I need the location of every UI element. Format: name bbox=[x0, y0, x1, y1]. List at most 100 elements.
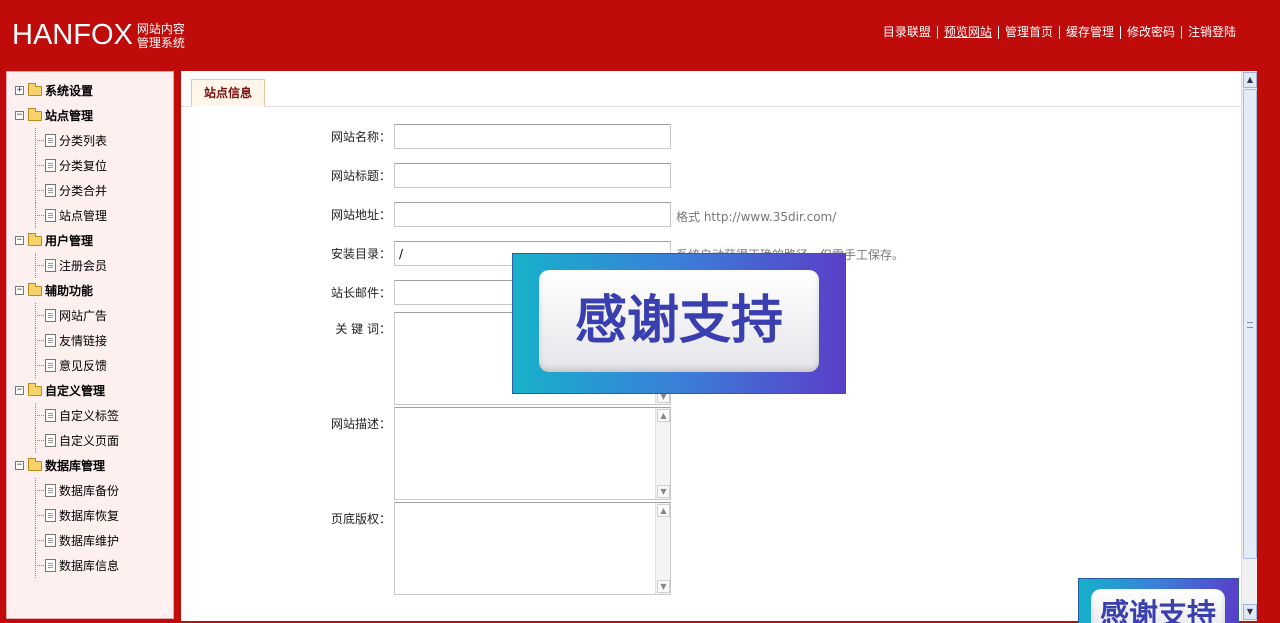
site-url-input[interactable] bbox=[394, 202, 671, 227]
sidebar-item-label: 数据库信息 bbox=[59, 559, 120, 573]
folder-open-icon bbox=[28, 107, 42, 121]
nav-logout[interactable]: 注销登陆 bbox=[1180, 26, 1242, 39]
tab-bar: 站点信息 bbox=[181, 71, 1257, 107]
nav-admin-home[interactable]: 管理首页 bbox=[997, 26, 1059, 39]
document-icon bbox=[45, 534, 56, 547]
sidebar-item-label: 分类合并 bbox=[59, 184, 108, 198]
sidebar-item-site-ads[interactable]: 网站广告 bbox=[7, 303, 173, 328]
tree-group-label: 站点管理 bbox=[45, 109, 94, 123]
scroll-down-icon[interactable]: ▼ bbox=[1243, 604, 1257, 620]
sidebar-item-category-merge[interactable]: 分类合并 bbox=[7, 178, 173, 203]
collapse-icon[interactable]: − bbox=[15, 111, 24, 120]
scroll-up-icon[interactable]: ▲ bbox=[657, 504, 670, 517]
sidebar-item-label: 分类列表 bbox=[59, 134, 108, 148]
nav-preview-site[interactable]: 预览网站 bbox=[936, 26, 998, 39]
thanks-banner: 感谢支持 bbox=[512, 253, 846, 394]
sidebar-item-category-list[interactable]: 分类列表 bbox=[7, 128, 173, 153]
site-name-label: 网站名称： bbox=[331, 130, 392, 144]
nav-change-password[interactable]: 修改密码 bbox=[1119, 26, 1181, 39]
sidebar-item-friend-links[interactable]: 友情链接 bbox=[7, 328, 173, 353]
tree-group-label: 用户管理 bbox=[45, 234, 94, 248]
collapse-icon[interactable]: − bbox=[15, 236, 24, 245]
install-dir-label: 安装目录： bbox=[331, 247, 392, 261]
sidebar-item-feedback[interactable]: 意见反馈 bbox=[7, 353, 173, 378]
sidebar-item-db-maintain[interactable]: 数据库维护 bbox=[7, 528, 173, 553]
sidebar-item-label: 友情链接 bbox=[59, 334, 108, 348]
tree-group-label: 自定义管理 bbox=[45, 384, 106, 398]
description-textarea[interactable] bbox=[394, 407, 671, 500]
tree-group-site-manage[interactable]: − 站点管理 bbox=[7, 103, 173, 128]
copyright-textarea[interactable] bbox=[394, 502, 671, 595]
sidebar-item-label: 注册会员 bbox=[59, 259, 108, 273]
site-name-input[interactable] bbox=[394, 124, 671, 149]
logo-subtitle: 网站内容 管理系统 bbox=[137, 22, 189, 50]
sidebar-item-custom-tags[interactable]: 自定义标签 bbox=[7, 403, 173, 428]
document-icon bbox=[45, 184, 56, 197]
sidebar-item-label: 站点管理 bbox=[59, 209, 108, 223]
tree-group-database-manage[interactable]: − 数据库管理 bbox=[7, 453, 173, 478]
document-icon bbox=[45, 559, 56, 572]
tree-group-label: 辅助功能 bbox=[45, 284, 94, 298]
logo: HANFOX 网站内容 管理系统 bbox=[12, 20, 189, 50]
sidebar-item-label: 自定义页面 bbox=[59, 434, 120, 448]
sidebar-item-label: 网站广告 bbox=[59, 309, 108, 323]
document-icon bbox=[45, 259, 56, 272]
nav-directory-union[interactable]: 目录联盟 bbox=[877, 26, 937, 39]
site-title-input[interactable] bbox=[394, 163, 671, 188]
sidebar-item-label: 数据库恢复 bbox=[59, 509, 120, 523]
document-icon bbox=[45, 134, 56, 147]
tree-group-system-settings[interactable]: + 系统设置 bbox=[7, 78, 173, 103]
thanks-banner-small-text: 感谢支持 bbox=[1091, 589, 1225, 623]
sidebar-tree: + 系统设置 − 站点管理 分类列表 分类复位 分类合并 站点管理 − 用户管理… bbox=[6, 71, 174, 619]
collapse-icon[interactable]: − bbox=[15, 386, 24, 395]
document-icon bbox=[45, 309, 56, 322]
tree-group-user-manage[interactable]: − 用户管理 bbox=[7, 228, 173, 253]
sidebar-item-label: 分类复位 bbox=[59, 159, 108, 173]
sidebar-item-db-info[interactable]: 数据库信息 bbox=[7, 553, 173, 578]
nav-cache-manage[interactable]: 缓存管理 bbox=[1058, 26, 1120, 39]
textarea-scrollbar[interactable]: ▲▼ bbox=[655, 503, 670, 594]
document-icon bbox=[45, 159, 56, 172]
admin-email-label: 站长邮件： bbox=[331, 286, 392, 300]
expand-icon[interactable]: + bbox=[15, 86, 24, 95]
scrollbar-thumb[interactable] bbox=[1243, 89, 1257, 559]
site-url-hint: 格式 http://www.35dir.com/ bbox=[676, 210, 837, 224]
document-icon bbox=[45, 359, 56, 372]
document-icon bbox=[45, 484, 56, 497]
tab-site-info[interactable]: 站点信息 bbox=[191, 79, 265, 107]
scroll-down-icon[interactable]: ▼ bbox=[657, 580, 670, 593]
sidebar-item-label: 意见反馈 bbox=[59, 359, 108, 373]
collapse-icon[interactable]: − bbox=[15, 286, 24, 295]
tree-group-label: 数据库管理 bbox=[45, 459, 106, 473]
logo-subtitle-line1: 网站内容 bbox=[136, 22, 185, 36]
sidebar-item-db-backup[interactable]: 数据库备份 bbox=[7, 478, 173, 503]
scroll-up-icon[interactable]: ▲ bbox=[657, 409, 670, 422]
folder-icon bbox=[28, 82, 42, 96]
collapse-icon[interactable]: − bbox=[15, 461, 24, 470]
thanks-banner-small: 感谢支持 bbox=[1078, 578, 1239, 623]
sidebar-item-label: 自定义标签 bbox=[59, 409, 120, 423]
tree-group-aux-functions[interactable]: − 辅助功能 bbox=[7, 278, 173, 303]
copyright-label: 页底版权： bbox=[331, 512, 392, 526]
site-title-label: 网站标题： bbox=[331, 169, 392, 183]
folder-open-icon bbox=[28, 232, 42, 246]
sidebar-item-db-restore[interactable]: 数据库恢复 bbox=[7, 503, 173, 528]
grip-icon bbox=[1247, 322, 1253, 328]
scroll-down-icon[interactable]: ▼ bbox=[657, 485, 670, 498]
folder-open-icon bbox=[28, 382, 42, 396]
document-icon bbox=[45, 509, 56, 522]
page-scrollbar[interactable]: ▲ ▼ bbox=[1241, 71, 1257, 621]
document-icon bbox=[45, 409, 56, 422]
sidebar-item-label: 数据库备份 bbox=[59, 484, 120, 498]
header: HANFOX 网站内容 管理系统 目录联盟 预览网站 管理首页 缓存管理 修改密… bbox=[0, 0, 1280, 70]
sidebar-item-custom-pages[interactable]: 自定义页面 bbox=[7, 428, 173, 453]
textarea-scrollbar[interactable]: ▲▼ bbox=[655, 408, 670, 499]
sidebar-item-category-reset[interactable]: 分类复位 bbox=[7, 153, 173, 178]
logo-text: HANFOX bbox=[12, 19, 133, 51]
sidebar-item-label: 数据库维护 bbox=[59, 534, 120, 548]
sidebar-item-site-manage[interactable]: 站点管理 bbox=[7, 203, 173, 228]
sidebar-item-registered-members[interactable]: 注册会员 bbox=[7, 253, 173, 278]
tree-group-custom-manage[interactable]: − 自定义管理 bbox=[7, 378, 173, 403]
scroll-up-icon[interactable]: ▲ bbox=[1243, 72, 1257, 88]
site-url-label: 网站地址： bbox=[331, 208, 392, 222]
